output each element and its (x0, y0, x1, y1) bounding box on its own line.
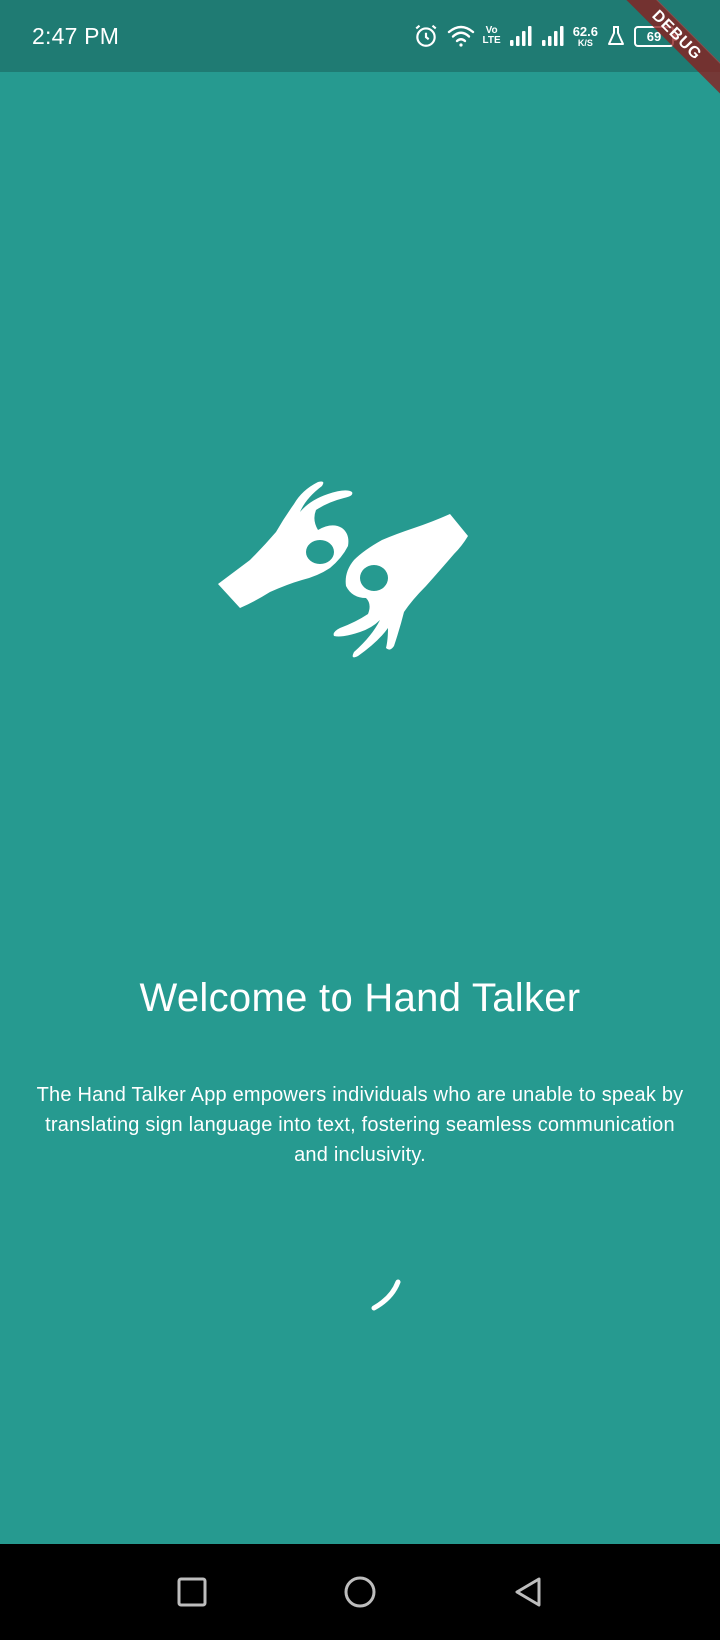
back-triangle-icon[interactable] (504, 1568, 552, 1616)
signal-icon (541, 25, 565, 47)
net-speed: 62.6 K/S (573, 25, 598, 48)
wifi-icon (447, 24, 475, 48)
lab-flask-icon (606, 25, 626, 47)
loading-spinner-icon (366, 1278, 404, 1316)
system-nav-bar (0, 1544, 720, 1640)
home-circle-icon[interactable] (336, 1568, 384, 1616)
volte-bottom-label: LTE (482, 35, 501, 46)
alarm-icon (413, 23, 439, 49)
status-icons: Vo LTE 62.6 K/S 69 (413, 23, 677, 49)
welcome-description: The Hand Talker App empowers individuals… (36, 1084, 684, 1166)
splash-screen: 2:47 PM Vo LTE 62.6 K/S 69 DEBUG Welcome… (0, 0, 720, 1640)
sign-language-hands-icon (214, 480, 472, 680)
status-time: 2:47 PM (32, 22, 120, 49)
status-bar: 2:47 PM Vo LTE 62.6 K/S 69 (0, 0, 720, 72)
welcome-title: Welcome to Hand Talker (139, 976, 581, 1020)
volte-icon: Vo LTE (483, 26, 501, 46)
recents-square-icon[interactable] (168, 1568, 216, 1616)
net-speed-value: 62.6 (572, 23, 598, 39)
net-speed-unit: K/S (577, 37, 593, 48)
signal-icon (509, 25, 533, 47)
